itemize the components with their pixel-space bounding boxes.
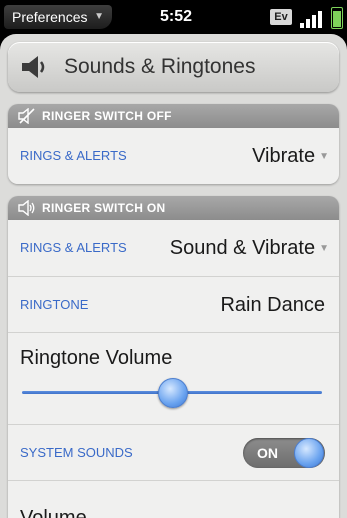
system-sounds-row: SYSTEM SOUNDS ON — [8, 424, 339, 480]
dropdown-arrow-icon: ▼ — [319, 150, 329, 162]
battery-icon — [331, 7, 343, 29]
ringtone-volume-row: Ringtone Volume — [8, 332, 339, 424]
rings-alerts-on-value: Sound & Vibrate — [169, 237, 316, 259]
ringer-off-body: RINGS & ALERTS Vibrate ▼ — [8, 128, 339, 184]
ringer-off-group: RINGER SWITCH OFF RINGS & ALERTS Vibrate… — [8, 104, 339, 184]
status-bar: Preferences ▼ 5:52 Ev — [0, 0, 347, 34]
preferences-card: Sounds & Ringtones RINGER SWITCH OFF RIN… — [0, 34, 347, 518]
dropdown-arrow-icon: ▼ — [319, 242, 329, 254]
signal-icon — [298, 8, 328, 28]
volume-label: Volume — [20, 507, 87, 518]
ringtone-value: Rain Dance — [220, 294, 325, 316]
rings-alerts-off-select[interactable]: Vibrate ▼ — [252, 128, 329, 184]
rings-alerts-on-row[interactable]: RINGS & ALERTS Sound & Vibrate ▼ — [8, 220, 339, 276]
ringer-off-heading: RINGER SWITCH OFF — [8, 104, 339, 128]
rings-alerts-on-select[interactable]: Sound & Vibrate ▼ — [170, 220, 329, 277]
ringer-on-group: RINGER SWITCH ON RINGS & ALERTS Sound & … — [8, 196, 339, 518]
rings-alerts-off-value: Vibrate — [252, 145, 316, 167]
ringtone-row[interactable]: RINGTONE Rain Dance — [8, 276, 339, 332]
rings-alerts-off-label: RINGS & ALERTS — [20, 148, 127, 163]
system-sounds-toggle-text: ON — [257, 445, 278, 461]
muted-speaker-icon — [18, 108, 35, 124]
app-menu-label: Preferences — [12, 9, 88, 25]
toggle-knob — [294, 438, 324, 468]
system-sounds-toggle[interactable]: ON — [243, 438, 325, 468]
ringtone-label: RINGTONE — [20, 297, 89, 312]
ringer-on-heading-text: RINGER SWITCH ON — [42, 201, 166, 215]
ringtone-volume-label: Ringtone Volume — [20, 347, 173, 369]
speaker-on-icon — [18, 200, 35, 216]
chevron-down-icon: ▼ — [94, 11, 104, 22]
ringtone-volume-slider-handle[interactable] — [158, 378, 188, 408]
system-sounds-label: SYSTEM SOUNDS — [20, 445, 133, 460]
app-menu-button[interactable]: Preferences ▼ — [4, 5, 112, 29]
clock: 5:52 — [160, 8, 193, 25]
ringer-on-body: RINGS & ALERTS Sound & Vibrate ▼ RINGTONE… — [8, 220, 339, 518]
ringer-off-heading-text: RINGER SWITCH OFF — [42, 109, 172, 123]
rings-alerts-on-label: RINGS & ALERTS — [20, 240, 127, 255]
page-title: Sounds & Ringtones — [64, 55, 256, 78]
speaker-icon — [22, 56, 45, 78]
rings-alerts-off-row[interactable]: RINGS & ALERTS Vibrate ▼ — [8, 128, 339, 184]
volume-row: Volume — [8, 480, 339, 518]
network-badge: Ev — [270, 9, 292, 25]
ringer-on-heading: RINGER SWITCH ON — [8, 196, 339, 220]
page-header: Sounds & Ringtones — [8, 42, 339, 92]
